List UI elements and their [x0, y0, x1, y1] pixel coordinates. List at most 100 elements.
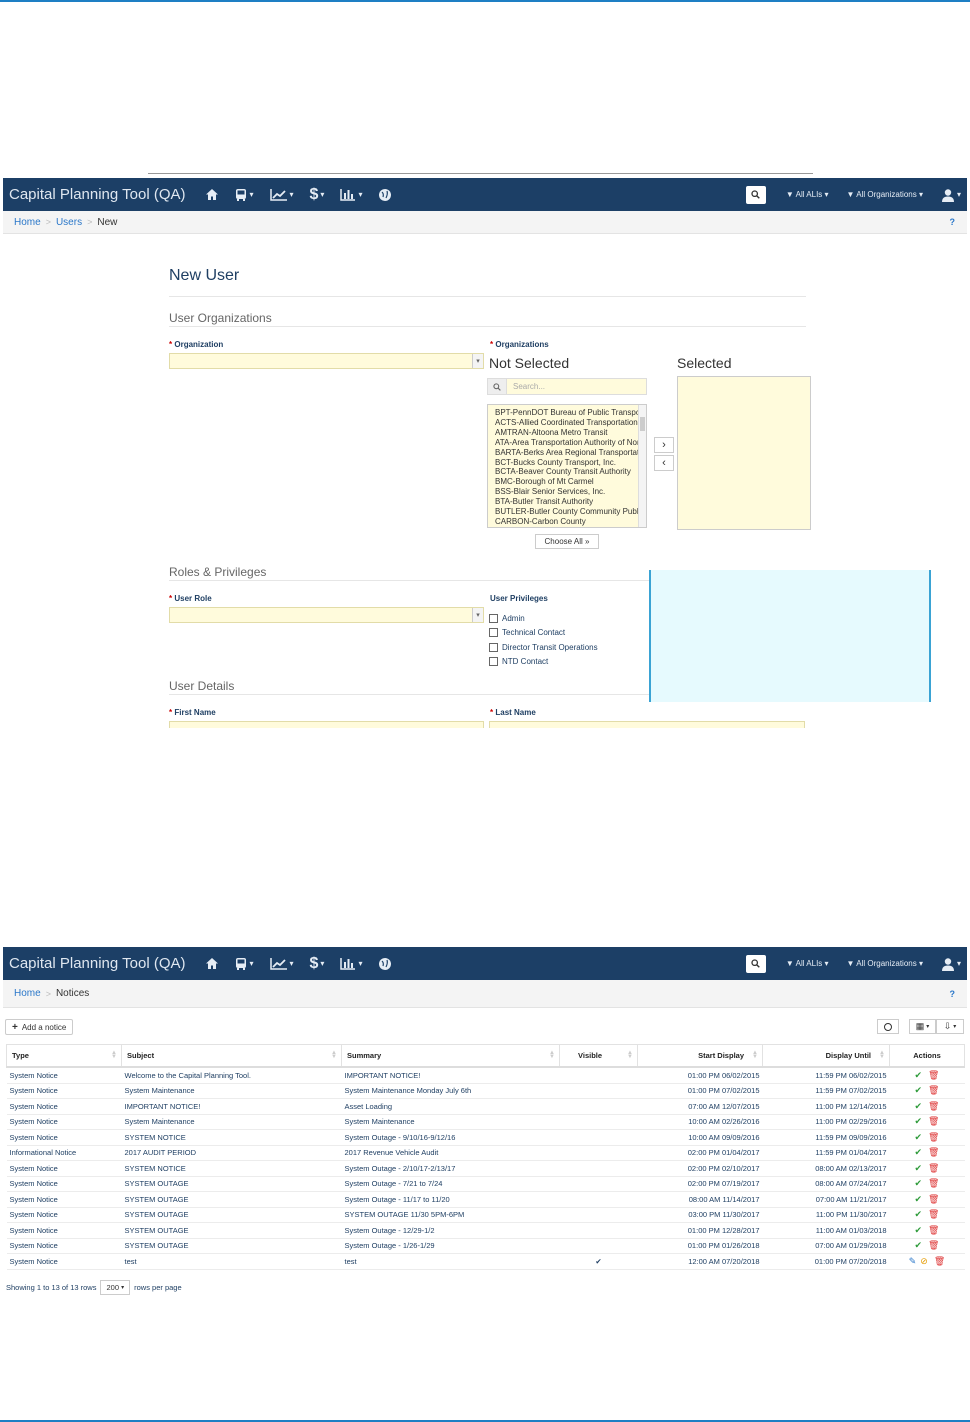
table-row[interactable]: System Notice System Maintenance System Ma…: [6, 1083, 965, 1099]
org-option[interactable]: BTA-Butler Transit Authority: [488, 497, 646, 507]
move-left-button[interactable]: ‹: [654, 455, 674, 471]
trash-icon[interactable]: 🗑: [928, 1070, 939, 1080]
bar-chart-icon[interactable]: ▾: [340, 957, 362, 970]
list-scrollbar[interactable]: [638, 405, 646, 527]
org-option[interactable]: BPT-PennDOT Bureau of Public Transportat…: [488, 408, 646, 418]
table-row[interactable]: System Notice SYSTEM OUTAGE System Outage …: [6, 1191, 965, 1208]
check-icon[interactable]: ✔: [915, 1085, 923, 1095]
table-row[interactable]: System Notice System Maintenance System Ma…: [6, 1114, 965, 1130]
org-option[interactable]: AMTRAN-Altoona Metro Transit: [488, 428, 646, 438]
check-icon[interactable]: ✔: [915, 1194, 923, 1204]
trash-icon[interactable]: 🗑: [928, 1085, 939, 1095]
trash-icon[interactable]: 🗑: [928, 1132, 939, 1142]
org-search-input[interactable]: Search...: [507, 379, 646, 394]
column-header-display-until[interactable]: Display Until ▲ ▼: [762, 1044, 890, 1068]
trash-icon[interactable]: 🗑: [928, 1116, 939, 1126]
filter-organizations[interactable]: ▼ All Organizations ▾: [847, 959, 923, 968]
table-row[interactable]: System Notice IMPORTANT NOTICE! Asset Load…: [6, 1098, 965, 1115]
line-chart-icon[interactable]: ▾: [269, 957, 294, 970]
table-row[interactable]: System Notice SYSTEM OUTAGE System Outage …: [6, 1238, 965, 1254]
column-header-summary[interactable]: Summary ▲ ▼: [341, 1044, 560, 1068]
add-notice-button[interactable]: + Add a notice: [5, 1019, 74, 1035]
checkbox[interactable]: [489, 628, 498, 638]
trash-icon[interactable]: 🗑: [928, 1194, 939, 1204]
trash-icon[interactable]: 🗑: [934, 1256, 945, 1266]
breadcrumb-home[interactable]: Home: [14, 217, 41, 228]
check-icon[interactable]: ✔: [915, 1209, 923, 1219]
dollar-icon[interactable]: $ ▾: [310, 955, 325, 973]
check-icon[interactable]: ✔: [915, 1070, 923, 1080]
filter-alis[interactable]: ▼ All ALIs ▾: [786, 959, 829, 968]
privilege-admin[interactable]: Admin: [489, 611, 598, 626]
privilege-ntd-contact[interactable]: NTD Contact: [489, 655, 598, 670]
table-row[interactable]: System Notice SYSTEM OUTAGE System Outage …: [6, 1222, 965, 1239]
filter-organizations[interactable]: ▼ All Organizations ▾: [847, 190, 923, 199]
check-icon[interactable]: ✔: [915, 1132, 923, 1142]
org-option[interactable]: CARBON-Carbon County: [488, 517, 646, 527]
trash-icon[interactable]: 🗑: [928, 1163, 939, 1173]
table-row[interactable]: System Notice SYSTEM OUTAGE System Outage …: [6, 1176, 965, 1192]
checkbox[interactable]: [489, 642, 498, 652]
column-header-visible[interactable]: Visible ▲ ▼: [559, 1044, 638, 1068]
org-option[interactable]: BSS-Blair Senior Services, Inc.: [488, 487, 646, 497]
choose-all-button[interactable]: Choose All »: [535, 534, 599, 549]
column-header-type[interactable]: Type ▲ ▼: [6, 1044, 122, 1068]
breadcrumb-home[interactable]: Home: [14, 988, 41, 999]
check-icon[interactable]: ✔: [915, 1101, 923, 1111]
trash-icon[interactable]: 🗑: [928, 1101, 939, 1111]
help-link[interactable]: ?: [950, 217, 956, 227]
user-menu[interactable]: ▾: [941, 957, 961, 971]
toggle-view-button[interactable]: [877, 1019, 899, 1034]
org-option[interactable]: BARTA-Berks Area Regional Transportation…: [488, 448, 646, 458]
checkbox[interactable]: [489, 657, 498, 667]
table-row[interactable]: System Notice SYSTEM NOTICE System Outage …: [6, 1160, 965, 1177]
table-row[interactable]: System Notice test test ✔ 12:00 AM 07/20/201…: [6, 1253, 965, 1270]
user-menu[interactable]: ▾: [941, 188, 961, 202]
nav-search-button[interactable]: [745, 954, 766, 973]
export-button[interactable]: ⇩ ▾: [936, 1019, 964, 1034]
organization-select[interactable]: ▾: [169, 353, 484, 369]
first-name-input[interactable]: [169, 721, 484, 728]
selected-list[interactable]: [677, 376, 811, 530]
trash-icon[interactable]: 🗑: [928, 1225, 939, 1235]
last-name-input[interactable]: [489, 721, 805, 728]
globe-icon[interactable]: [378, 957, 392, 971]
check-icon[interactable]: ✔: [915, 1116, 923, 1126]
check-icon[interactable]: ✔: [915, 1178, 923, 1188]
org-option[interactable]: BCTA-Beaver County Transit Authority: [488, 467, 646, 477]
privilege-technical-contact[interactable]: Technical Contact: [489, 626, 598, 641]
trash-icon[interactable]: 🗑: [928, 1240, 939, 1250]
bus-icon[interactable]: ▾: [235, 957, 254, 971]
move-right-button[interactable]: ›: [654, 437, 674, 453]
column-header-start-display[interactable]: Start Display ▲ ▼: [637, 1044, 763, 1068]
org-option[interactable]: ACTS-Allied Coordinated Transportation S…: [488, 418, 646, 428]
org-option[interactable]: BUTLER-Butler County Community Public: [488, 507, 646, 517]
home-icon[interactable]: [205, 957, 219, 970]
columns-button[interactable]: ▦ ▾: [909, 1019, 936, 1034]
trash-icon[interactable]: 🗑: [928, 1147, 939, 1157]
user-role-select[interactable]: ▾: [169, 607, 484, 623]
table-row[interactable]: System Notice Welcome to the Capital Plan…: [6, 1067, 965, 1084]
trash-icon[interactable]: 🗑: [928, 1209, 939, 1219]
check-icon[interactable]: ✔: [915, 1225, 923, 1235]
column-header-subject[interactable]: Subject ▲ ▼: [121, 1044, 342, 1068]
check-icon[interactable]: ✔: [915, 1240, 923, 1250]
not-selected-list[interactable]: BPT-PennDOT Bureau of Public Transportat…: [487, 404, 647, 528]
table-row[interactable]: Informational Notice 2017 AUDIT PERIOD 201…: [6, 1145, 965, 1161]
check-icon[interactable]: ✔: [915, 1147, 923, 1157]
breadcrumb-users[interactable]: Users: [56, 217, 82, 228]
org-option[interactable]: BCT-Bucks County Transport, Inc.: [488, 458, 646, 468]
table-row[interactable]: System Notice SYSTEM NOTICE System Outage …: [6, 1129, 965, 1146]
trash-icon[interactable]: 🗑: [928, 1178, 939, 1188]
app-title[interactable]: Capital Planning Tool (QA): [3, 955, 185, 972]
check-icon[interactable]: ✔: [915, 1163, 923, 1173]
privilege-director-transit-operations[interactable]: Director Transit Operations: [489, 640, 598, 655]
help-link[interactable]: ?: [950, 989, 956, 999]
org-option[interactable]: ATA-Area Transportation Authority of Nor…: [488, 438, 646, 448]
per-page-select[interactable]: 200 ▾: [100, 1280, 131, 1295]
org-search[interactable]: Search...: [487, 378, 647, 395]
checkbox[interactable]: [489, 613, 498, 623]
table-row[interactable]: System Notice SYSTEM OUTAGE SYSTEM OUTAGE …: [6, 1207, 965, 1223]
deactivate-icon[interactable]: ⊘: [920, 1256, 928, 1266]
app-title[interactable]: Capital Planning Tool (QA): [3, 186, 185, 203]
